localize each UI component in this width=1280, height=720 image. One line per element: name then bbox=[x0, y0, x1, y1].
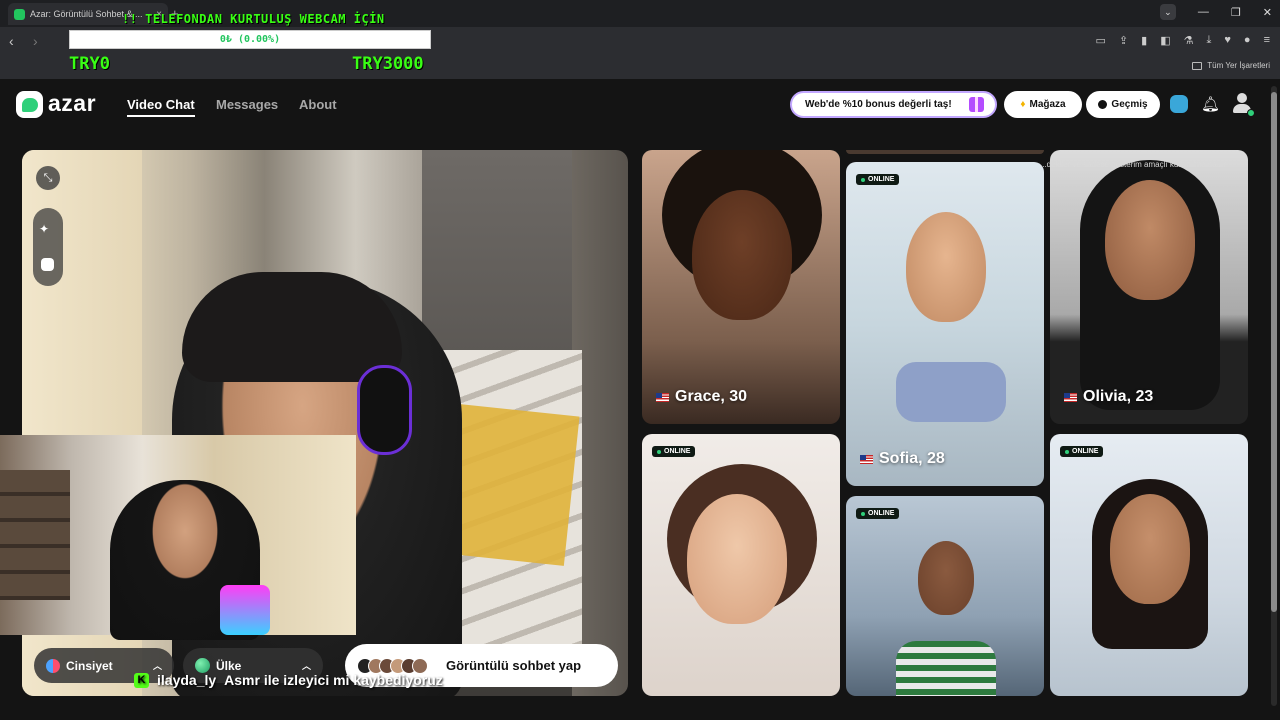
magic-wand-icon[interactable]: ✦ bbox=[39, 222, 49, 236]
page-scrollbar[interactable] bbox=[1271, 86, 1277, 706]
azar-logo-text[interactable]: azar bbox=[48, 90, 96, 117]
store-button[interactable]: ♦ Mağaza bbox=[1004, 91, 1082, 118]
goal-max-label: TRY3000 bbox=[352, 54, 424, 74]
online-badge: ONLINE bbox=[652, 446, 696, 457]
disclaimer-text: ...dekiler ve sadece gösterim amaçlı kul… bbox=[1040, 160, 1226, 169]
kick-icon: K bbox=[134, 672, 149, 688]
profile-photo bbox=[1110, 494, 1190, 604]
chat-bubble-icon[interactable] bbox=[1170, 95, 1188, 113]
nav-video-chat[interactable]: Video Chat bbox=[127, 97, 195, 117]
bookmarks-bar bbox=[0, 55, 1280, 79]
chat-username: ilayda_ly bbox=[157, 672, 217, 688]
all-bookmarks-label: Tüm Yer İşaretleri bbox=[1207, 61, 1270, 70]
gender-label: Cinsiyet bbox=[66, 658, 113, 673]
download-icon[interactable]: ⤓ bbox=[1207, 34, 1212, 47]
all-bookmarks[interactable]: Tüm Yer İşaretleri bbox=[1192, 61, 1270, 70]
stream-chat-message: K ilayda_ly Asmr ile izleyici mi kaybedi… bbox=[134, 672, 443, 688]
folder-icon bbox=[1192, 61, 1203, 70]
online-badge: ONLINE bbox=[856, 174, 900, 185]
globe-icon bbox=[195, 658, 210, 673]
expand-icon[interactable]: ⤡ bbox=[36, 166, 60, 190]
us-flag-icon bbox=[1064, 392, 1077, 402]
microphone-icon bbox=[220, 585, 270, 635]
azar-favicon-icon bbox=[14, 8, 25, 20]
scrollbar-thumb[interactable] bbox=[1271, 92, 1277, 612]
menu-icon[interactable]: ≡ bbox=[1264, 34, 1270, 47]
bell-icon[interactable]: 🔔︎ bbox=[1201, 95, 1220, 113]
online-badge: ONLINE bbox=[856, 508, 900, 519]
clock-icon bbox=[1098, 100, 1108, 109]
forward-icon[interactable]: › bbox=[33, 33, 38, 49]
profile-card[interactable]: ONLINE Sofia, 28 bbox=[846, 162, 1044, 486]
store-label: Mağaza bbox=[1029, 99, 1066, 110]
labs-icon[interactable]: ⚗ bbox=[1184, 34, 1194, 47]
window-controls: ⌄ — ❐ ✕ bbox=[1159, 4, 1272, 20]
video-tools-panel bbox=[33, 208, 63, 286]
country-label: Ülke bbox=[216, 658, 242, 673]
face-filter-icon[interactable] bbox=[41, 258, 54, 271]
profile-card[interactable]: ONLINE bbox=[642, 434, 840, 696]
bonus-gems-button[interactable]: Web'de %10 bonus değerli taş! bbox=[790, 91, 997, 118]
profile-card[interactable]: Olivia, 23 bbox=[1050, 150, 1248, 424]
extensions-icon[interactable]: ◧ bbox=[1160, 34, 1170, 47]
us-flag-icon bbox=[860, 454, 873, 464]
chevron-up-icon: ︿ bbox=[152, 661, 162, 671]
card-edge bbox=[846, 150, 1044, 154]
share-icon[interactable]: ⇪ bbox=[1119, 34, 1128, 47]
us-flag-icon bbox=[656, 392, 669, 402]
online-badge: ONLINE bbox=[1060, 446, 1104, 457]
restore-icon[interactable]: ❐ bbox=[1231, 6, 1241, 19]
history-label: Geçmiş bbox=[1111, 99, 1148, 110]
user-avatar-icon[interactable] bbox=[1232, 93, 1255, 117]
start-label: Görüntülü sohbet yap bbox=[446, 658, 582, 673]
profile-name: Sofia, 28 bbox=[860, 450, 945, 468]
cast-icon[interactable]: ▭ bbox=[1096, 34, 1106, 47]
profile-card[interactable]: Grace, 30 bbox=[642, 150, 840, 424]
goal-min-label: TRY0 bbox=[69, 54, 110, 74]
gift-icon bbox=[969, 97, 984, 112]
close-window-icon[interactable]: ✕ bbox=[1263, 6, 1272, 19]
video-person-hair bbox=[182, 272, 402, 382]
stream-goal-title: !! TELEFONDAN KURTULUŞ WEBCAM İÇİN bbox=[122, 12, 385, 26]
donation-progress-text: 0₺ (0.00%) bbox=[219, 34, 281, 45]
minimize-icon[interactable]: — bbox=[1198, 6, 1209, 18]
chat-text: Asmr ile izleyici mi kaybediyoruz bbox=[224, 672, 443, 688]
video-background-poster bbox=[444, 404, 580, 566]
toolbar-icons: ▭ ⇪ ▮ ◧ ⚗ ⤓ ♥ ● ≡ bbox=[1096, 34, 1270, 47]
bonus-label: Web'de %10 bonus değerli taş! bbox=[805, 99, 952, 110]
headset-icon bbox=[357, 365, 412, 455]
profile-name: Grace, 30 bbox=[656, 388, 747, 406]
profile-photo bbox=[1105, 180, 1195, 300]
profile-photo bbox=[906, 212, 986, 322]
profile-photo bbox=[687, 494, 787, 624]
profile-name: Olivia, 23 bbox=[1064, 388, 1153, 406]
profile-card[interactable]: ONLINE bbox=[1050, 434, 1248, 696]
heart-icon[interactable]: ♥ bbox=[1224, 34, 1231, 47]
profile-card[interactable]: ONLINE bbox=[846, 496, 1044, 696]
nav-messages[interactable]: Messages bbox=[216, 97, 278, 112]
profile-photo bbox=[692, 190, 792, 320]
webcam-shelf bbox=[0, 470, 70, 600]
profile-icon[interactable]: ● bbox=[1244, 34, 1251, 47]
gem-icon: ♦ bbox=[1020, 99, 1026, 110]
tab-search-icon[interactable]: ⌄ bbox=[1159, 4, 1176, 20]
history-button[interactable]: Geçmiş bbox=[1086, 91, 1160, 118]
chevron-up-icon: ︿ bbox=[301, 661, 311, 671]
nav-about[interactable]: About bbox=[299, 97, 337, 112]
bookmark-icon[interactable]: ▮ bbox=[1141, 34, 1147, 47]
back-icon[interactable]: ‹ bbox=[9, 33, 14, 49]
gender-icon bbox=[46, 658, 60, 673]
azar-logo-icon[interactable] bbox=[16, 91, 43, 118]
profile-photo bbox=[918, 541, 974, 615]
